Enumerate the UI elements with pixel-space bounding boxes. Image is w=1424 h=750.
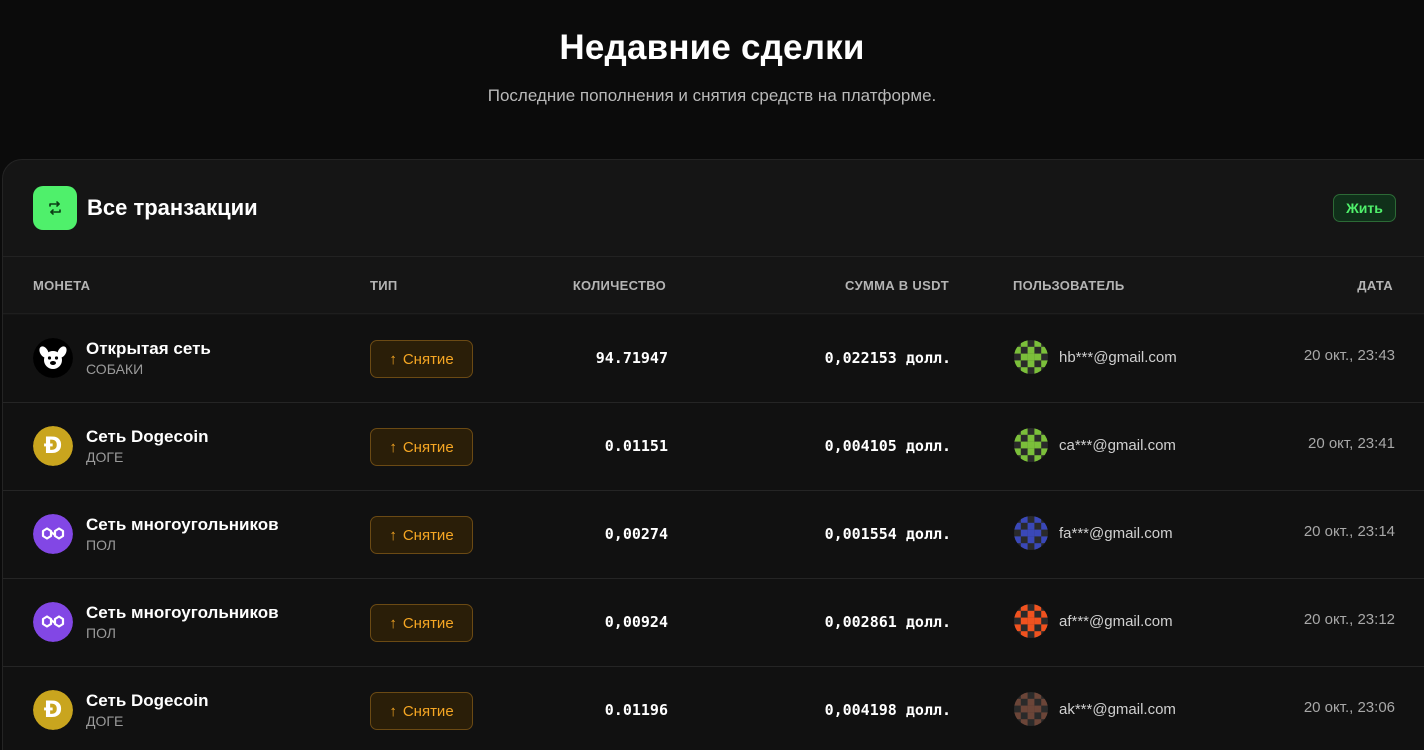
avatar: [1014, 692, 1048, 726]
coin-name: Сеть Dogecoin: [86, 691, 209, 710]
type-label: Снятие: [402, 350, 454, 368]
col-type: ТИП: [370, 278, 398, 293]
date-value: 20 окт, 23:41: [1307, 435, 1395, 452]
dogecoin-icon: Đ: [33, 426, 73, 466]
type-badge: ↑ Снятие: [370, 340, 473, 378]
user-email: hb***@gmail.com: [1059, 349, 1177, 366]
type-badge: ↑ Снятие: [370, 516, 473, 554]
avatar: [1014, 516, 1048, 550]
quantity-value: 0.01196: [604, 701, 668, 719]
type-label: Снятие: [402, 526, 454, 544]
table-row[interactable]: Открытая сеть СОБАКИ ↑ Снятие 94.71947 0,0221…: [3, 315, 1424, 403]
quantity-value: 0,00924: [604, 613, 668, 631]
usdt-value: 0,002861 долл.: [824, 613, 951, 631]
transactions-panel: Все транзакции Жить МОНЕТА ТИП КОЛИЧЕСТВ…: [2, 159, 1424, 750]
table-row[interactable]: Đ Сеть Dogecoin ДОГЕ ↑ Снятие 0.01196 0,004198…: [3, 667, 1424, 750]
coin-ticker: ДОГЕ: [86, 449, 124, 465]
table-row[interactable]: Сеть многоугольников ПОЛ ↑ Снятие 0,00924 0,0…: [3, 579, 1424, 667]
date-value: 20 окт., 23:12: [1303, 611, 1395, 628]
coin-name: Сеть многоугольников: [86, 603, 279, 622]
polygon-icon: [33, 602, 73, 642]
user-email: ak***@gmail.com: [1059, 701, 1176, 718]
quantity-value: 94.71947: [595, 349, 668, 367]
date-value: 20 окт., 23:06: [1303, 699, 1395, 716]
panel-header: Все транзакции Жить: [3, 160, 1424, 257]
col-quantity: КОЛИЧЕСТВО: [572, 278, 666, 293]
user-email: ca***@gmail.com: [1059, 437, 1176, 454]
arrow-up-icon: ↑: [389, 350, 397, 368]
user-email: fa***@gmail.com: [1059, 525, 1173, 542]
dogecoin-icon: Đ: [33, 690, 73, 730]
user-email: af***@gmail.com: [1059, 613, 1173, 630]
dogs-icon: [33, 338, 73, 378]
col-user: ПОЛЬЗОВАТЕЛЬ: [1013, 278, 1125, 293]
avatar: [1014, 604, 1048, 638]
hero: Недавние сделки Последние пополнения и с…: [0, 0, 1424, 106]
col-coin: МОНЕТА: [33, 278, 91, 293]
usdt-value: 0,004105 долл.: [824, 437, 951, 455]
usdt-value: 0,001554 долл.: [824, 525, 951, 543]
type-badge: ↑ Снятие: [370, 604, 473, 642]
arrow-up-icon: ↑: [389, 526, 397, 544]
quantity-value: 0.01151: [604, 437, 668, 455]
coin-ticker: ДОГЕ: [86, 713, 124, 729]
table-header: МОНЕТА ТИП КОЛИЧЕСТВО СУММА В USDT ПОЛЬЗ…: [3, 257, 1424, 314]
live-badge[interactable]: Жить: [1333, 194, 1396, 222]
page-title: Недавние сделки: [559, 28, 865, 67]
usdt-value: 0,022153 долл.: [824, 349, 951, 367]
type-label: Снятие: [402, 702, 454, 720]
table-row[interactable]: Đ Сеть Dogecoin ДОГЕ ↑ Снятие 0.01151 0,004105…: [3, 403, 1424, 491]
coin-ticker: ПОЛ: [86, 625, 116, 641]
type-badge: ↑ Снятие: [370, 692, 473, 730]
col-usdt: СУММА В USDT: [845, 278, 949, 293]
quantity-value: 0,00274: [604, 525, 668, 543]
coin-ticker: СОБАКИ: [86, 361, 144, 377]
arrow-up-icon: ↑: [389, 438, 397, 456]
table-row[interactable]: Сеть многоугольников ПОЛ ↑ Снятие 0,00274 0,0…: [3, 491, 1424, 579]
panel-title: Все транзакции: [87, 195, 258, 220]
coin-name: Открытая сеть: [86, 339, 211, 358]
coin-ticker: ПОЛ: [86, 537, 116, 553]
avatar: [1014, 428, 1048, 462]
date-value: 20 окт., 23:14: [1303, 523, 1395, 540]
avatar: [1014, 340, 1048, 374]
date-value: 20 окт., 23:43: [1303, 347, 1395, 364]
type-label: Снятие: [402, 438, 454, 456]
polygon-icon: [33, 514, 73, 554]
type-label: Снятие: [402, 614, 454, 632]
type-badge: ↑ Снятие: [370, 428, 473, 466]
coin-name: Сеть Dogecoin: [86, 427, 209, 446]
repeat-arrows-icon: [33, 186, 77, 230]
page-subtitle: Последние пополнения и снятия средств на…: [487, 86, 937, 105]
arrow-up-icon: ↑: [389, 702, 397, 720]
usdt-value: 0,004198 долл.: [824, 701, 951, 719]
coin-name: Сеть многоугольников: [86, 515, 279, 534]
col-date: ДАТА: [1357, 278, 1393, 293]
arrow-up-icon: ↑: [389, 614, 397, 632]
